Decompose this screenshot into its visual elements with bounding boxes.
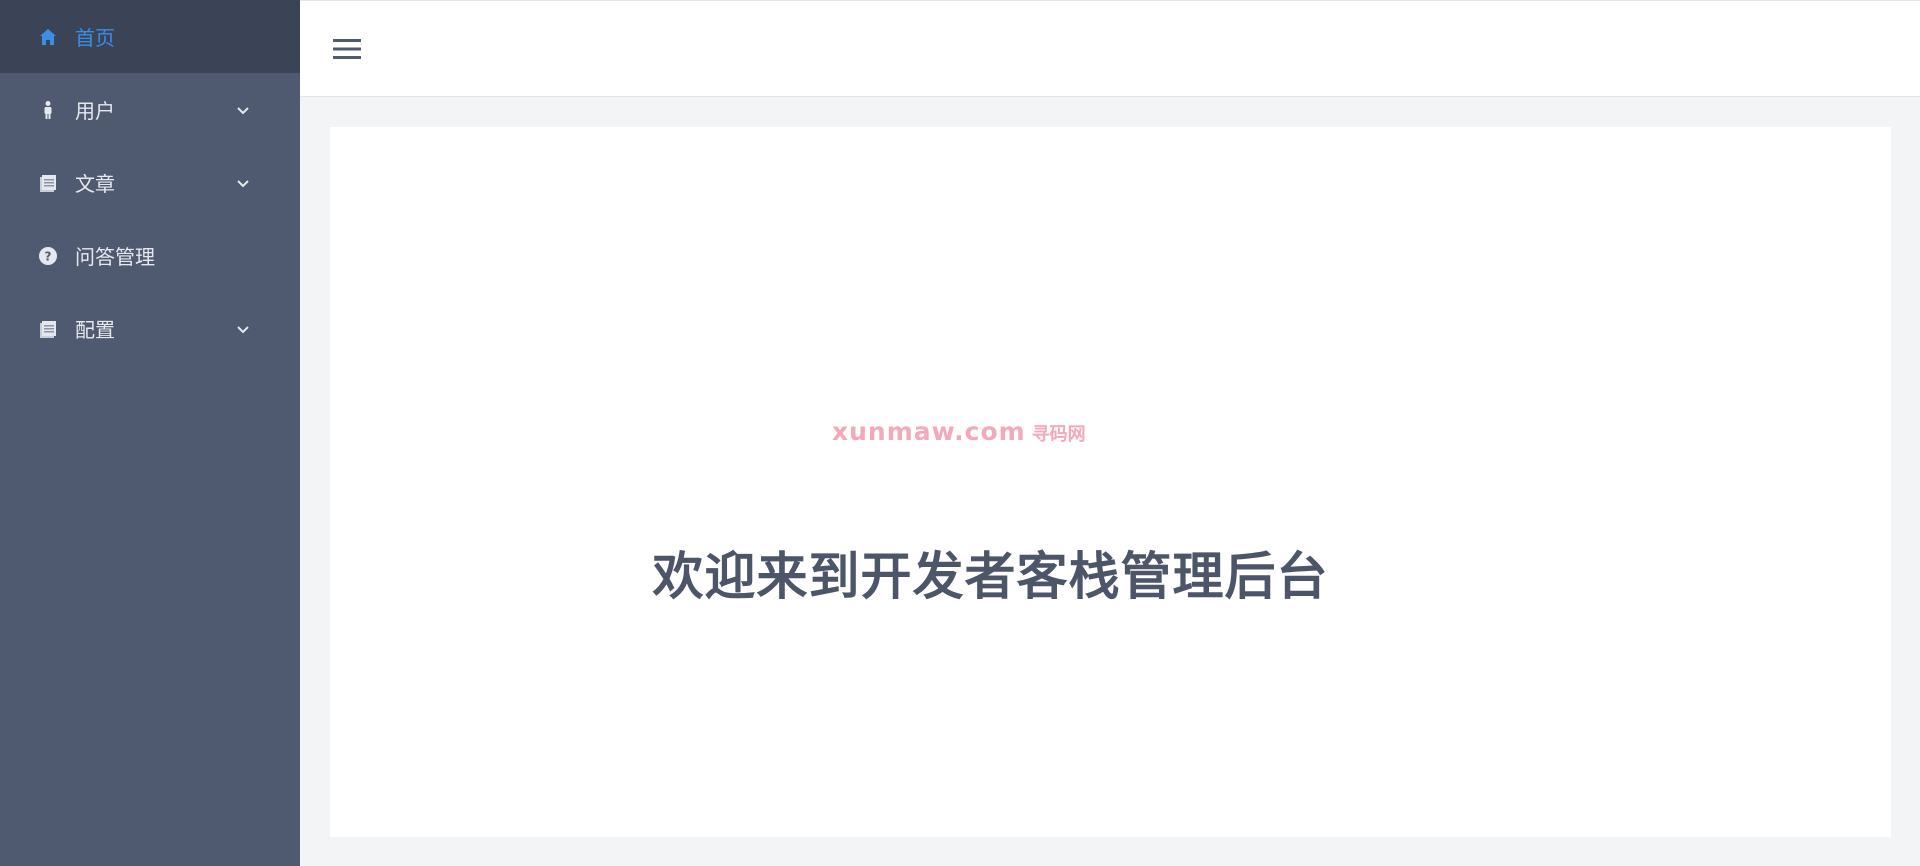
sidebar-item-label: 文章: [75, 172, 115, 196]
sidebar-item-config[interactable]: 配置: [0, 292, 300, 365]
top-bar: [300, 0, 1920, 97]
sidebar-item-label: 配置: [75, 318, 115, 342]
chevron-down-icon: [234, 319, 252, 337]
hamburger-icon[interactable]: [332, 37, 362, 61]
sidebar-item-label: 用户: [75, 99, 115, 123]
document-icon: [38, 319, 58, 339]
document-icon: [38, 173, 58, 193]
question-icon: ?: [38, 246, 58, 266]
svg-text:?: ?: [45, 249, 52, 263]
watermark: xunmaw.com 寻码网: [832, 417, 1086, 446]
chevron-down-icon: [234, 173, 252, 191]
sidebar-item-label: 问答管理: [75, 245, 155, 269]
sidebar-item-label: 首页: [75, 26, 115, 50]
watermark-cn: 寻码网: [1031, 424, 1086, 445]
main-content: xunmaw.com 寻码网 欢迎来到开发者客栈管理后台: [330, 127, 1891, 837]
sidebar-item-home[interactable]: 首页: [0, 0, 300, 73]
sidebar: 首页 用户 文章 ? 问答管理 配置: [0, 0, 300, 866]
home-icon: [38, 27, 58, 47]
sidebar-item-users[interactable]: 用户: [0, 73, 300, 146]
sidebar-item-articles[interactable]: 文章: [0, 146, 300, 219]
chevron-down-icon: [234, 100, 252, 118]
watermark-domain: xunmaw.com: [832, 417, 1026, 446]
sidebar-item-qa[interactable]: ? 问答管理: [0, 219, 300, 292]
user-icon: [38, 100, 58, 120]
welcome-heading: 欢迎来到开发者客栈管理后台: [652, 548, 1329, 607]
